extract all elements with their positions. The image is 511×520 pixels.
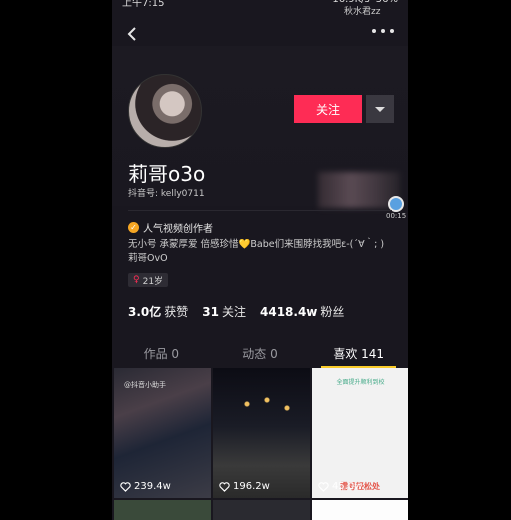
top-nav: [112, 18, 408, 46]
stat-label: 关注: [221, 305, 246, 319]
video-thumbnail[interactable]: 全面提升顺利到校 需号轻松处 45.0w: [312, 368, 408, 498]
tab-likes[interactable]: 喜欢 141: [309, 338, 408, 368]
age-label: 21岁: [142, 276, 164, 287]
stat-likes[interactable]: 3.0亿 获赞: [128, 303, 188, 320]
divider: [128, 210, 392, 211]
video-likes: 239.4w: [120, 481, 171, 492]
avatar[interactable]: [128, 74, 202, 148]
female-icon: ♀: [133, 275, 140, 285]
follow-button[interactable]: 关注: [294, 95, 362, 123]
video-caption: 全面提升顺利到校: [336, 379, 385, 386]
video-thumbnail[interactable]: [312, 500, 408, 520]
chevron-left-icon: [127, 27, 136, 41]
mini-player[interactable]: 00:15: [386, 196, 406, 226]
likes-count: 45.0w: [332, 481, 363, 492]
check-badge-icon: ✓: [128, 222, 139, 233]
creator-badge-label: 人气视频创作者: [143, 224, 213, 235]
back-button[interactable]: [126, 26, 140, 41]
heart-outline-icon: [219, 481, 230, 492]
video-thumbnail[interactable]: [114, 500, 211, 520]
heart-outline-icon: [318, 481, 329, 492]
status-time: 上午7:15: [122, 0, 165, 9]
video-thumbnail[interactable]: 196.2w: [213, 368, 310, 498]
creator-badge[interactable]: ✓ 人气视频创作者: [128, 220, 213, 235]
likes-count: 239.4w: [134, 481, 171, 492]
stat-value: 3.0亿: [128, 305, 162, 319]
stat-following[interactable]: 31 关注: [202, 303, 246, 320]
watermark: 秋水君zz: [344, 7, 381, 17]
bio-text: 无小号 承蒙厚爱 倍感珍惜💛Babe们来围脖找我吧ε-(´∀｀; ) 莉哥OvO: [128, 239, 385, 264]
content-tabs: 作品 0 动态 0 喜欢 141: [112, 338, 408, 368]
mini-player-time: 00:15: [386, 212, 407, 220]
stat-value: 31: [202, 305, 219, 319]
stat-value: 4418.4w: [260, 305, 318, 319]
recommend-dropdown-button[interactable]: [366, 95, 394, 123]
tab-updates[interactable]: 动态 0: [211, 338, 310, 368]
video-likes: 45.0w: [318, 481, 362, 492]
video-likes: 196.2w: [219, 481, 270, 492]
douyin-id: 抖音号: kelly0711: [128, 189, 205, 199]
profile-screen: 上午7:15 16.9K/s 56% 关注 莉哥o3o 抖音号: kelly07…: [112, 0, 408, 520]
stat-label: 获赞: [164, 305, 189, 319]
more-dots-icon: [372, 29, 376, 33]
video-grid: @抖音小助手 239.4w 196.2w 全面提升顺利到校 需号轻松处 45.0…: [114, 368, 408, 498]
more-button[interactable]: [372, 26, 394, 36]
heart-outline-icon: [120, 481, 131, 492]
profile-name: 莉哥o3o: [128, 162, 206, 186]
triangle-down-icon: [375, 106, 385, 112]
stat-followers[interactable]: 4418.4w 粉丝: [260, 303, 344, 320]
age-tag: ♀ 21岁: [128, 273, 169, 287]
stat-label: 粉丝: [320, 305, 345, 319]
likes-count: 196.2w: [233, 481, 270, 492]
video-thumbnail[interactable]: [213, 500, 310, 520]
stats-row: 3.0亿 获赞 31 关注 4418.4w 粉丝: [128, 303, 344, 320]
video-caption: @抖音小助手: [124, 381, 166, 389]
video-grid-next-row: [114, 500, 408, 520]
tab-works[interactable]: 作品 0: [112, 338, 211, 368]
video-thumbnail[interactable]: @抖音小助手 239.4w: [114, 368, 211, 498]
city-lights-image: [223, 388, 303, 428]
